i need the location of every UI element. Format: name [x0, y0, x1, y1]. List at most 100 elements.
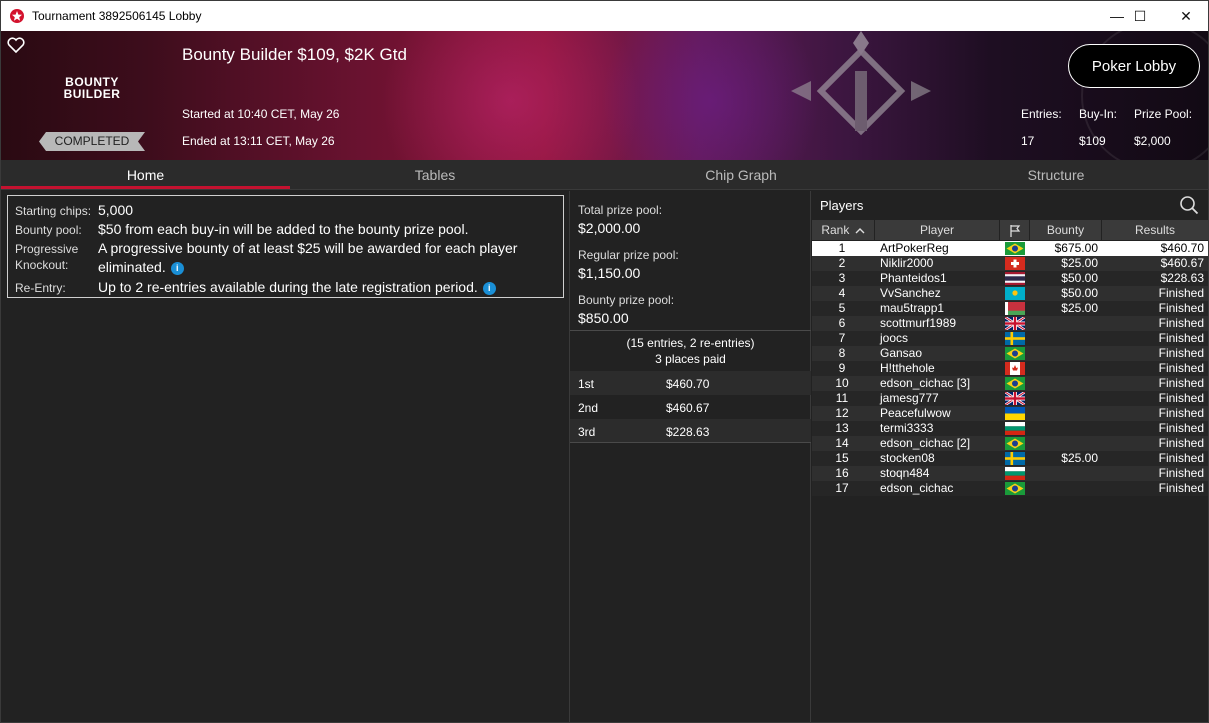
player-result: Finished: [1158, 376, 1204, 390]
players-table-header: Rank Player Bounty Results: [812, 220, 1208, 240]
regular-prize-value: $1,150.00: [578, 265, 641, 281]
info-icon[interactable]: i: [170, 261, 184, 275]
player-name: mau5trapp1: [880, 301, 945, 315]
player-rank: 1: [838, 241, 846, 255]
player-name: stoqn484: [880, 466, 930, 480]
player-result: Finished: [1158, 421, 1204, 435]
player-rank: 13: [835, 421, 849, 435]
reentry-value: Up to 2 re-entries available during the …: [98, 278, 558, 297]
player-rank: 11: [835, 391, 849, 405]
divider: [570, 442, 811, 443]
thailand-flag-icon: [1005, 272, 1025, 285]
search-icon[interactable]: [1179, 195, 1199, 215]
ukraine-flag-icon: [1005, 407, 1025, 420]
payout-row: 2nd $460.67: [578, 401, 710, 415]
player-row[interactable]: 16 stoqn484 Finished: [812, 466, 1208, 481]
player-row[interactable]: 12 Peacefulwow Finished: [812, 406, 1208, 421]
player-row[interactable]: 1 ArtPokerReg $675.00 $460.70: [812, 241, 1208, 256]
player-row[interactable]: 2 Niklir2000 $25.00 $460.67: [812, 256, 1208, 271]
player-name: stocken08: [880, 451, 935, 465]
maximize-button[interactable]: ☐: [1117, 1, 1163, 31]
starting-chips-label: Starting chips:: [15, 204, 92, 218]
poker-lobby-button[interactable]: Poker Lobby: [1068, 44, 1200, 88]
bounty-prize-value: $850.00: [578, 310, 629, 326]
payout-row: 3rd $228.63: [570, 419, 811, 443]
prizepool-label: Prize Pool:: [1134, 107, 1193, 121]
player-rank: 17: [835, 481, 849, 495]
rank-column-header[interactable]: Rank: [812, 220, 875, 240]
player-result: Finished: [1158, 361, 1204, 375]
player-name: edson_cichac [3]: [880, 376, 971, 390]
player-result: Finished: [1158, 406, 1204, 420]
players-title: Players: [820, 198, 864, 213]
player-row[interactable]: 15 stocken08 $25.00 Finished: [812, 451, 1208, 466]
player-name: jamesg777: [880, 391, 939, 405]
title-bar: Tournament 3892506145 Lobby — ☐ ✕: [1, 1, 1208, 31]
player-row[interactable]: 14 edson_cichac [2] Finished: [812, 436, 1208, 451]
player-rank: 4: [838, 286, 846, 300]
uk-flag-icon: [1005, 392, 1025, 405]
player-name: edson_cichac: [880, 481, 954, 495]
player-result: Finished: [1158, 316, 1204, 330]
bulgaria-flag-icon: [1005, 422, 1025, 435]
tournament-banner: BOUNTY BUILDER COMPLETED Bounty Builder …: [1, 31, 1208, 160]
player-name: ArtPokerReg: [880, 241, 949, 255]
player-row[interactable]: 13 termi3333 Finished: [812, 421, 1208, 436]
player-row[interactable]: 9 H!tthehole Finished: [812, 361, 1208, 376]
player-row[interactable]: 7 joocs Finished: [812, 331, 1208, 346]
player-name: Niklir2000: [880, 256, 934, 270]
player-bounty: $675.00: [1054, 241, 1098, 255]
player-row[interactable]: 11 jamesg777 Finished: [812, 391, 1208, 406]
player-result: Finished: [1158, 301, 1204, 315]
player-result: Finished: [1158, 331, 1204, 345]
player-rank: 7: [838, 331, 846, 345]
player-name: Gansao: [880, 346, 923, 360]
tab-tables[interactable]: Tables: [290, 160, 580, 190]
sweden-flag-icon: [1005, 332, 1025, 345]
player-row[interactable]: 6 scottmurf1989 Finished: [812, 316, 1208, 331]
switzerland-flag-icon: [1005, 257, 1025, 270]
players-panel: Players Rank Player Bounty Results 1 ArtP…: [812, 191, 1208, 723]
player-row[interactable]: 17 edson_cichac Finished: [812, 481, 1208, 496]
close-button[interactable]: ✕: [1163, 1, 1209, 31]
prizepool-value: $2,000: [1134, 134, 1171, 148]
favorite-heart-icon[interactable]: [7, 37, 25, 53]
canada-flag-icon: [1005, 362, 1025, 375]
player-name: joocs: [880, 331, 909, 345]
results-column-header[interactable]: Results: [1102, 220, 1208, 240]
player-column-header[interactable]: Player: [875, 220, 1000, 240]
player-rank: 12: [835, 406, 849, 420]
player-name: edson_cichac [2]: [880, 436, 971, 450]
player-rank: 14: [835, 436, 849, 450]
total-prize-label: Total prize pool:: [578, 203, 663, 217]
pokerstars-icon: [10, 9, 24, 23]
uk-flag-icon: [1005, 317, 1025, 330]
bounty-builder-logo: BOUNTY BUILDER: [63, 75, 121, 101]
player-name: termi3333: [880, 421, 934, 435]
brazil-flag-icon: [1005, 242, 1025, 255]
country-column-header[interactable]: [1000, 220, 1030, 240]
total-prize-value: $2,000.00: [578, 220, 641, 236]
player-rank: 3: [838, 271, 846, 285]
player-row[interactable]: 5 mau5trapp1 $25.00 Finished: [812, 301, 1208, 316]
payout-row: 1st $460.70: [570, 371, 811, 395]
tab-bar: Home Tables Chip Graph Structure: [1, 160, 1208, 190]
info-icon[interactable]: i: [482, 281, 496, 295]
player-bounty: $25.00: [1061, 301, 1098, 315]
player-name: Peacefulwow: [880, 406, 951, 420]
player-result: $460.67: [1160, 256, 1204, 270]
tab-structure[interactable]: Structure: [911, 160, 1201, 190]
buyin-label: Buy-In:: [1079, 107, 1118, 121]
player-row[interactable]: 4 VvSanchez $50.00 Finished: [812, 286, 1208, 301]
belarus-flag-icon: [1005, 302, 1025, 315]
buyin-value: $109: [1079, 134, 1106, 148]
player-result: Finished: [1158, 466, 1204, 480]
player-rank: 2: [838, 256, 846, 270]
player-row[interactable]: 3 Phanteidos1 $50.00 $228.63: [812, 271, 1208, 286]
bounty-column-header[interactable]: Bounty: [1030, 220, 1102, 240]
player-row[interactable]: 10 edson_cichac [3] Finished: [812, 376, 1208, 391]
player-row[interactable]: 8 Gansao Finished: [812, 346, 1208, 361]
tab-chip-graph[interactable]: Chip Graph: [596, 160, 886, 190]
entries-label: Entries:: [1021, 107, 1062, 121]
entries-value: 17: [1021, 134, 1035, 148]
